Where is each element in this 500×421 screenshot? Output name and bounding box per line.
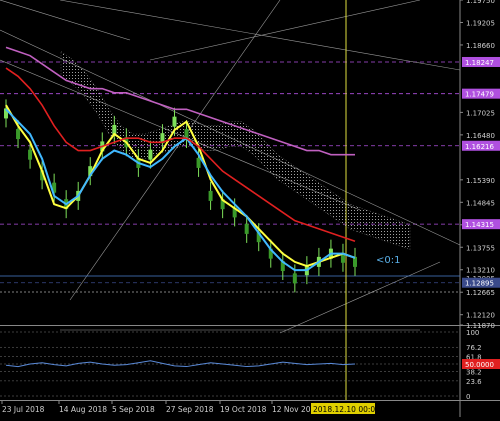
level-badge-label: 1.18247 bbox=[465, 59, 494, 67]
price-tick-label: 1.17025 bbox=[466, 109, 495, 117]
level-badge-label: 1.12895 bbox=[465, 280, 494, 288]
osc-highlight-label: 50.0000 bbox=[465, 361, 494, 369]
wave-annotation: <0:1 bbox=[376, 255, 400, 266]
candle-body bbox=[208, 190, 213, 201]
date-label: 14 Aug 2018 bbox=[59, 405, 107, 414]
level-badge-label: 1.17479 bbox=[465, 91, 494, 99]
candle-body bbox=[28, 149, 33, 160]
price-tick-label: 1.12665 bbox=[466, 289, 495, 297]
price-tick-label: 1.12120 bbox=[466, 312, 495, 320]
date-highlight-label: 2018.12.10 00:00 bbox=[313, 405, 380, 414]
candle-body bbox=[172, 116, 177, 127]
osc-tick-label: 100 bbox=[466, 329, 479, 337]
chart-window[interactable]: 10076.261.85038.223.6050.0000 1.197501.1… bbox=[0, 0, 500, 417]
date-label: 5 Sep 2018 bbox=[112, 405, 155, 414]
candle-body bbox=[292, 273, 297, 284]
date-label: 27 Sep 2018 bbox=[166, 405, 214, 414]
price-tick-label: 1.19205 bbox=[466, 19, 495, 27]
candle-body bbox=[148, 149, 153, 160]
price-tick-label: 1.19750 bbox=[466, 0, 495, 5]
osc-tick-label: 23.6 bbox=[466, 378, 482, 386]
level-badge-label: 1.16216 bbox=[465, 143, 494, 151]
price-tick-label: 1.11870 bbox=[466, 322, 495, 330]
osc-tick-label: 38.2 bbox=[466, 369, 482, 377]
osc-tick-label: 0 bbox=[466, 393, 470, 401]
price-tick-label: 1.15390 bbox=[466, 177, 495, 185]
price-tick-label: 1.16480 bbox=[466, 132, 495, 140]
candle-body bbox=[244, 223, 249, 234]
date-label: 23 Jul 2018 bbox=[2, 405, 45, 414]
osc-tick-label: 76.2 bbox=[466, 344, 482, 352]
price-tick-label: 1.13210 bbox=[466, 267, 495, 275]
candle-body bbox=[353, 256, 357, 267]
price-tick-label: 1.18660 bbox=[466, 42, 495, 50]
price-chart[interactable]: 10076.261.85038.223.6050.0000 1.197501.1… bbox=[0, 0, 500, 417]
level-badge-label: 1.14315 bbox=[465, 221, 494, 229]
candle-body bbox=[16, 129, 21, 140]
candle-body bbox=[196, 157, 201, 168]
price-tick-label: 1.14845 bbox=[466, 199, 495, 207]
price-tick-label: 1.13755 bbox=[466, 244, 495, 252]
date-label: 19 Oct 2018 bbox=[220, 405, 267, 414]
